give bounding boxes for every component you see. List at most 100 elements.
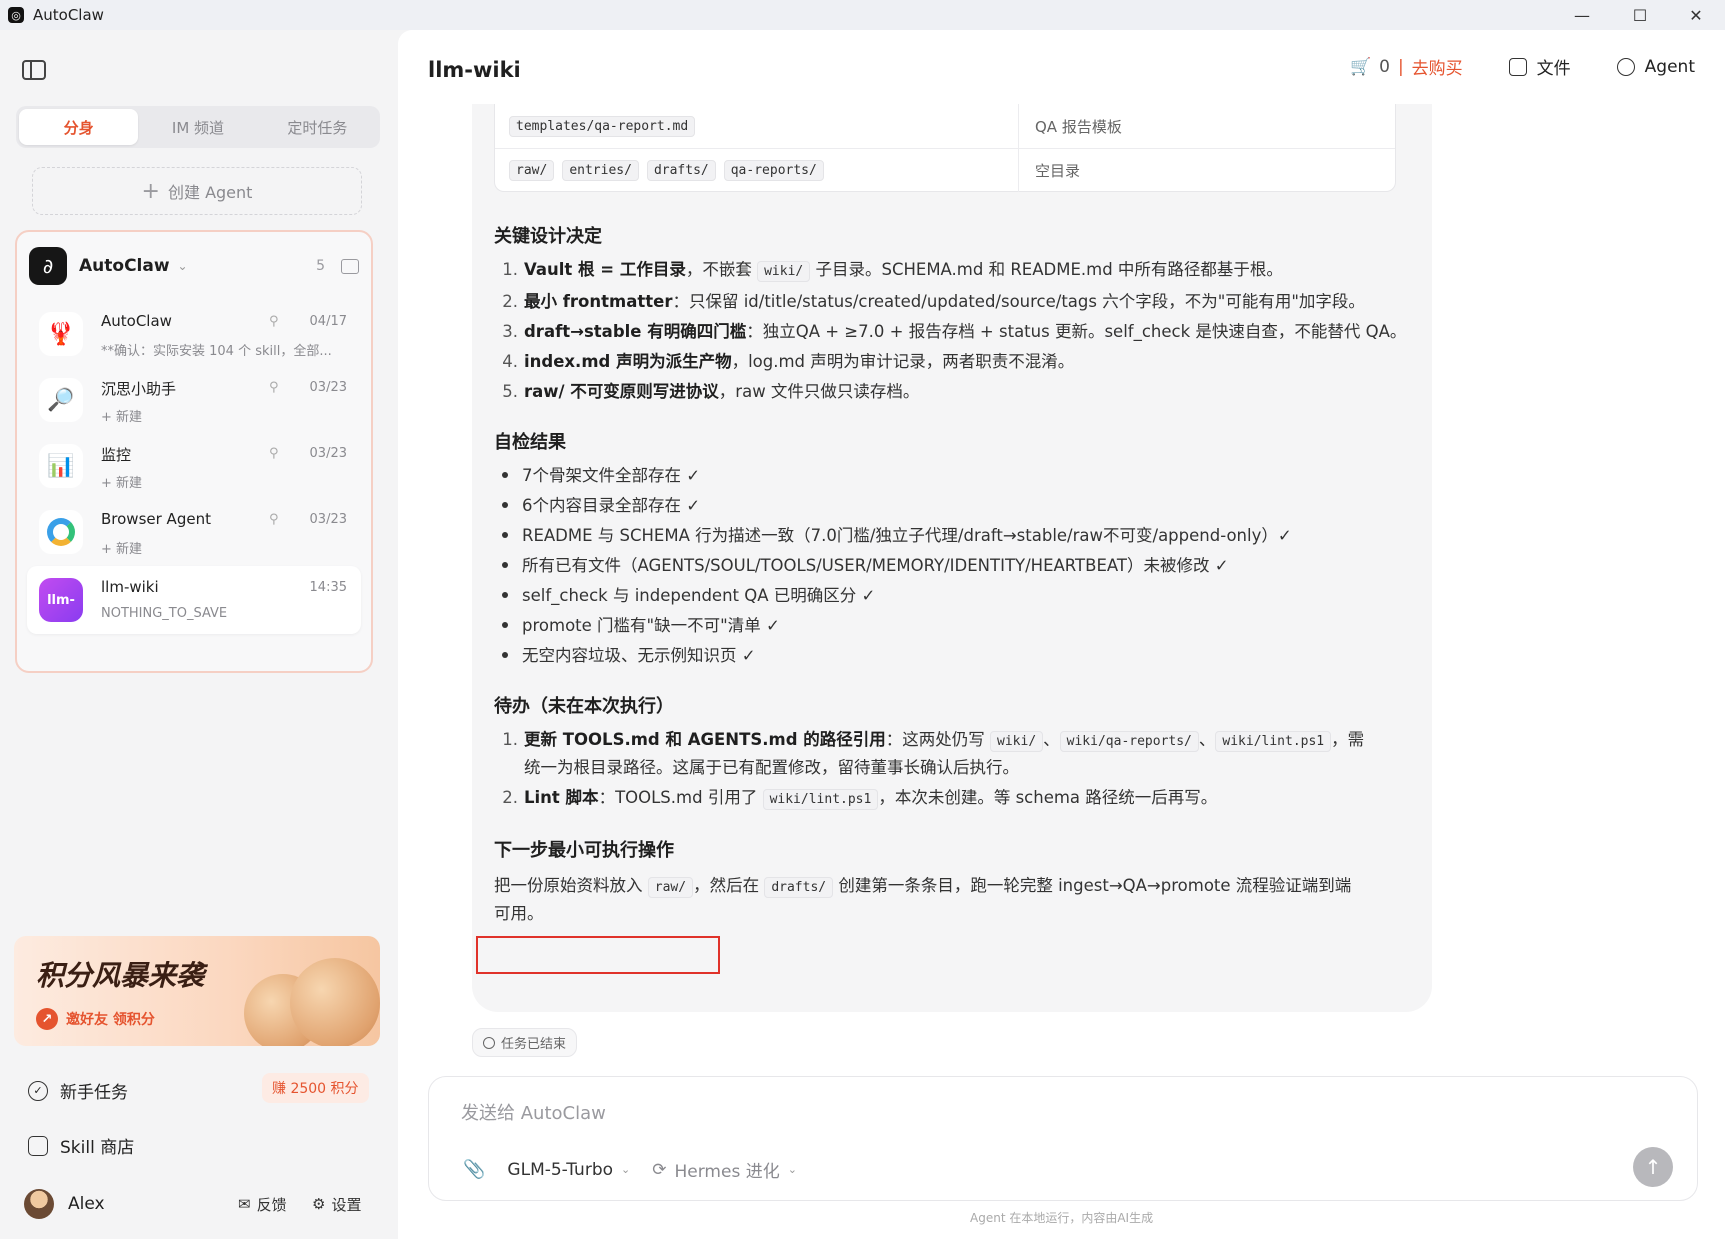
agent-preview: **确认：实际安装 104 个 skill，全部... <box>101 344 332 359</box>
minimize-button[interactable]: — <box>1553 0 1611 30</box>
chevron-down-icon[interactable]: ⌄ <box>178 259 188 273</box>
create-agent-button[interactable]: + 创建 Agent <box>32 167 362 215</box>
sidebar: 分身 IM 频道 定时任务 + 创建 Agent ∂ AutoClaw ⌄ 5 … <box>0 30 398 1239</box>
pin-icon[interactable]: ⚲ <box>269 380 279 395</box>
sidebar-tabs: 分身 IM 频道 定时任务 <box>16 106 380 148</box>
agent-date: 03/23 <box>309 512 347 527</box>
agent-item-monitor[interactable]: 📊 监控 ⚲ 03/23 + 新建 <box>27 432 361 500</box>
list-item: self_check 与 independent QA 已明确区分 ✓ <box>494 582 875 606</box>
heading-next: 下一步最小可执行操作 <box>494 840 674 861</box>
pin-icon[interactable]: ⚲ <box>269 446 279 461</box>
tab-im-channels[interactable]: IM 频道 <box>138 109 257 145</box>
arrow-up-right-icon: ↗ <box>36 1008 58 1030</box>
list-item: 2. 最小 frontmatter：只保留 id/title/status/cre… <box>502 292 1365 311</box>
files-label: 文件 <box>1536 59 1571 79</box>
tab-scheduled-tasks[interactable]: 定时任务 <box>258 109 377 145</box>
tab-clones[interactable]: 分身 <box>19 109 139 145</box>
agent-icon <box>1616 57 1635 76</box>
pin-icon[interactable]: ⚲ <box>269 512 279 527</box>
message-input[interactable]: 发送给 AutoClaw <box>461 1099 606 1125</box>
chevron-down-icon: ⌄ <box>621 1163 631 1176</box>
list-item: 4. index.md 声明为派生产物，log.md 声明为审计记录，两者职责不混… <box>502 352 1075 371</box>
settings-button[interactable]: ⚙ 设置 <box>312 1194 361 1215</box>
list-item: 5. raw/ 不可变原则写进协议，raw 文件只做只读存档。 <box>502 382 920 401</box>
promo-title: 积分风暴来袭 <box>36 959 205 992</box>
paperclip-icon[interactable]: 📎 <box>463 1159 485 1180</box>
browser-icon <box>39 510 83 554</box>
feedback-button[interactable]: ✉ 反馈 <box>238 1194 287 1215</box>
list-item: 7个骨架文件全部存在 ✓ <box>494 462 700 486</box>
chat-bubble-icon[interactable] <box>341 258 359 274</box>
sliders-icon: ⚙ <box>312 1195 326 1213</box>
code-inline: templates/qa-report.md <box>509 115 696 137</box>
list-item: 6个内容目录全部存在 ✓ <box>494 492 700 516</box>
message-composer: 发送给 AutoClaw 📎 GLM-5-Turbo ⌄ ⟳ Hermes 进化… <box>428 1076 1698 1201</box>
list-item: 无空内容垃圾、无示例知识页 ✓ <box>494 642 756 666</box>
agent-name: 监控 <box>101 446 132 464</box>
novice-tasks-label: 新手任务 <box>60 1083 128 1103</box>
task-ended-badge: 任务已结束 <box>472 1028 578 1057</box>
task-icon: ✓ <box>28 1080 48 1101</box>
promo-subtitle: 邀好友 领积分 <box>66 1012 155 1028</box>
promo-invite[interactable]: ↗ 邀好友 领积分 <box>36 1008 155 1030</box>
model-label: GLM-5-Turbo <box>507 1159 614 1180</box>
table-row: raw/ entries/ drafts/ qa-reports/ 空目录 <box>495 148 1395 192</box>
chevron-down-icon: ⌄ <box>787 1163 797 1176</box>
list-item: 所有已有文件（AGENTS/SOUL/TOOLS/USER/MEMORY/IDE… <box>494 552 1229 576</box>
agent-preview: + 新建 <box>101 476 143 491</box>
agent-date: 14:35 <box>309 580 347 595</box>
agent-group-header[interactable]: ∂ AutoClaw ⌄ 5 <box>29 246 359 286</box>
table-cell-path: templates/qa-report.md <box>495 104 1019 148</box>
avatar[interactable] <box>24 1189 54 1219</box>
buy-link[interactable]: 去购买 <box>1412 54 1463 79</box>
novice-tasks-link[interactable]: ✓ 新手任务 <box>28 1078 128 1103</box>
file-icon <box>1508 57 1527 76</box>
cart-button[interactable]: 🛒 0 | 去购买 <box>1350 54 1463 80</box>
agent-button[interactable]: Agent <box>1616 57 1695 77</box>
create-agent-label: 创建 Agent <box>167 183 253 202</box>
model-select[interactable]: GLM-5-Turbo ⌄ <box>507 1160 630 1180</box>
group-name: AutoClaw <box>79 256 170 276</box>
agent-name: 沉思小助手 <box>101 380 177 398</box>
table-cell-desc: QA 报告模板 <box>1035 117 1122 136</box>
points-promo-banner[interactable]: 积分风暴来袭 ↗ 邀好友 领积分 <box>14 936 380 1046</box>
agent-group: ∂ AutoClaw ⌄ 5 🦞 AutoClaw ⚲ 04/17 **确认：实… <box>15 230 373 673</box>
sidebar-toggle-icon[interactable] <box>22 60 46 80</box>
next-step-continuation: 可用。 <box>494 904 544 923</box>
agent-item-browser-agent[interactable]: Browser Agent ⚲ 03/23 + 新建 <box>27 498 361 566</box>
close-button[interactable]: ✕ <box>1667 0 1725 30</box>
check-circle-icon <box>483 1036 495 1049</box>
list-item: 3. draft→stable 有明确四门槛：独立QA + ≥7.0 + 报告存档… <box>502 322 1407 341</box>
heading-design: 关键设计决定 <box>494 226 602 247</box>
table-row: templates/qa-report.md QA 报告模板 <box>495 104 1395 148</box>
code-inline: raw/ <box>509 160 555 181</box>
agent-item-thinker[interactable]: 🔎 沉思小助手 ⚲ 03/23 + 新建 <box>27 366 361 434</box>
maximize-button[interactable]: ☐ <box>1611 0 1669 30</box>
files-button[interactable]: 文件 <box>1508 54 1571 79</box>
table-cell-path: raw/ entries/ drafts/ qa-reports/ <box>495 149 1019 192</box>
chart-icon: 📊 <box>39 444 83 488</box>
agent-name: Browser Agent <box>101 510 211 528</box>
disclaimer: Agent 在本地运行，内容由AI生成 <box>970 1211 1154 1225</box>
list-item: promote 门槛有"缺一不可"清单 ✓ <box>494 612 780 636</box>
list-item: 2. Lint 脚本：TOOLS.md 引用了 wiki/lint.ps1 ，本次未… <box>494 784 1217 810</box>
composer-toolbar: 📎 GLM-5-Turbo ⌄ ⟳ Hermes 进化 ⌄ <box>463 1157 797 1182</box>
pin-icon[interactable]: ⚲ <box>269 314 279 329</box>
earn-points-badge[interactable]: 赚 2500 积分 <box>262 1073 369 1103</box>
agent-item-autoclaw[interactable]: 🦞 AutoClaw ⚲ 04/17 **确认：实际安装 104 个 skill… <box>27 300 361 368</box>
mode-select[interactable]: ⟳ Hermes 进化 ⌄ <box>652 1157 797 1183</box>
agent-date: 03/23 <box>309 446 347 461</box>
feedback-label: 反馈 <box>256 1195 287 1214</box>
page-title: llm-wiki <box>428 58 521 82</box>
skill-store-link[interactable]: Skill 商店 <box>28 1133 134 1158</box>
group-count: 5 <box>316 258 325 274</box>
list-item: README 与 SCHEMA 行为描述一致（7.0门槛/独立子代理/draft… <box>494 522 1292 546</box>
mode-label: Hermes 进化 <box>674 1162 780 1182</box>
list-item: 1. 更新 TOOLS.md 和 AGENTS.md 的路径引用：这两处仍写 wi… <box>494 726 1364 752</box>
agent-item-llm-wiki[interactable]: llm- llm-wiki 14:35 NOTHING_TO_SAVE <box>27 566 361 634</box>
autoclaw-logo-icon: ∂ <box>29 247 67 285</box>
send-button[interactable]: ↑ <box>1633 1147 1673 1187</box>
heading-selfcheck: 自检结果 <box>494 432 566 453</box>
table-cell-desc: 空目录 <box>1035 162 1081 180</box>
code-inline: entries/ <box>562 160 639 181</box>
